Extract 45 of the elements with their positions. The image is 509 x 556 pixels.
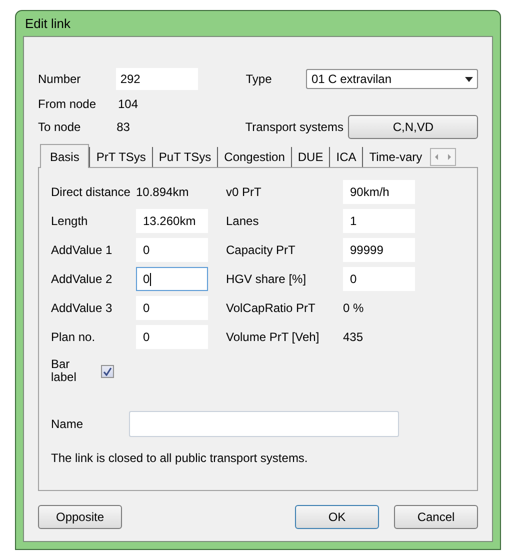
- dialog-button[interactable]: OK: [295, 505, 379, 529]
- field-label: AddValue 1: [51, 242, 114, 259]
- dialog-button[interactable]: Opposite: [38, 505, 122, 529]
- field-label: AddValue 3: [51, 300, 114, 317]
- dropdown-arrow-icon: [465, 76, 473, 82]
- field-value: 10.894km: [136, 184, 189, 201]
- input-field[interactable]: 0: [343, 267, 415, 291]
- input-field[interactable]: 99999: [343, 238, 415, 262]
- type-label: Type: [246, 71, 273, 88]
- bar-label-label: Bar label: [51, 358, 78, 384]
- bar-label-checkbox[interactable]: [101, 364, 114, 378]
- number-label: Number: [38, 71, 82, 88]
- input-field[interactable]: 0: [136, 296, 208, 320]
- dialog-button[interactable]: Cancel: [394, 505, 478, 529]
- field-label: v0 PrT: [226, 184, 262, 201]
- field-label: Lanes: [226, 213, 260, 230]
- field-label: Volume PrT [Veh]: [226, 329, 320, 346]
- closed-link-note: The link is closed to all public transport systems.: [51, 450, 309, 467]
- number-field[interactable]: 292: [116, 68, 198, 90]
- tab[interactable]: Basis: [40, 144, 90, 168]
- name-label: Name: [51, 416, 84, 433]
- field-label: Direct distance: [51, 184, 132, 201]
- field-label: AddValue 2: [51, 271, 114, 288]
- input-field[interactable]: 13.260km: [136, 209, 208, 233]
- input-field[interactable]: 0: [136, 325, 208, 349]
- input-field[interactable]: 0: [136, 267, 208, 291]
- input-field[interactable]: 90km/h: [343, 180, 415, 204]
- to-node-label: To node: [38, 119, 82, 136]
- to-node-value: 83: [116, 119, 131, 136]
- from-node-label: From node: [38, 96, 98, 113]
- field-label: Plan no.: [51, 329, 96, 346]
- field-label: Length: [51, 213, 89, 230]
- window-title: Edit link: [24, 14, 72, 33]
- transport-systems-label: Transport systems: [245, 119, 344, 136]
- input-field[interactable]: 1: [343, 209, 415, 233]
- field-label: Capacity PrT: [226, 242, 296, 259]
- from-node-value: 104: [118, 96, 138, 113]
- field-label: VolCapRatio PrT: [226, 300, 316, 317]
- transport-systems-button[interactable]: C,N,VD: [348, 115, 478, 139]
- field-value: 0 %: [343, 300, 364, 317]
- type-dropdown[interactable]: 01 C extravilan: [306, 69, 478, 89]
- field-value: 435: [343, 329, 364, 346]
- input-field[interactable]: 0: [136, 238, 208, 262]
- field-label: HGV share [%]: [226, 271, 308, 288]
- name-field[interactable]: [129, 411, 399, 437]
